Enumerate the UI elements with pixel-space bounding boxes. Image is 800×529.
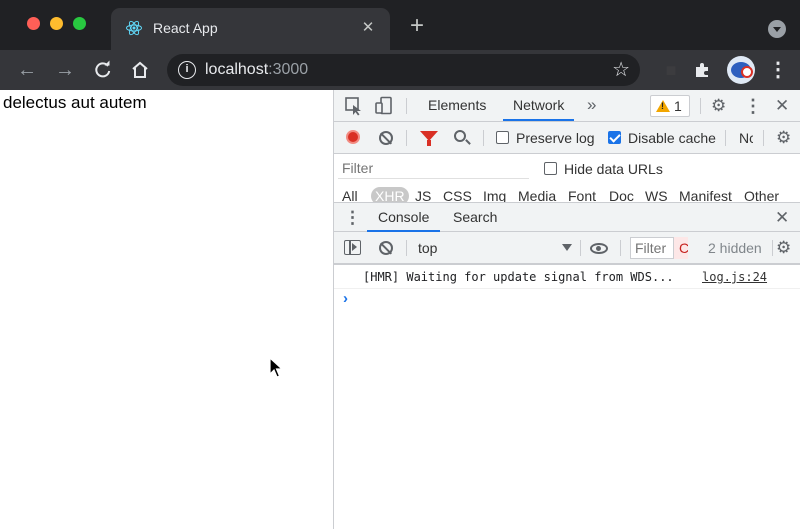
browser-tab[interactable]: React App ✕	[111, 8, 390, 50]
inspect-element-icon[interactable]	[344, 96, 364, 122]
issues-count: 1	[674, 98, 682, 114]
log-levels-select[interactable]: C	[674, 237, 688, 259]
console-filter-input[interactable]	[630, 237, 674, 259]
context-select[interactable]: top	[418, 238, 572, 258]
type-css[interactable]: CSS	[443, 187, 472, 202]
network-filter-bar: Hide data URLs	[334, 154, 800, 184]
toolbar-separator	[406, 240, 407, 256]
console-toolbar: top C 2 hidden ⚙	[334, 232, 800, 264]
device-toolbar-icon[interactable]	[374, 96, 394, 122]
drawer-menu-icon[interactable]: ⋮	[344, 208, 361, 228]
close-devtools-icon[interactable]: ✕	[775, 96, 789, 116]
clear-icon[interactable]	[379, 131, 393, 145]
network-settings-gear-icon[interactable]: ⚙	[776, 128, 791, 148]
page-text: delectus aut autem	[3, 93, 147, 112]
console-message-source-link[interactable]: log.js:24	[702, 265, 767, 289]
caret-down-icon	[562, 244, 572, 251]
address-bar[interactable]: i localhost:3000 ☆	[167, 54, 640, 86]
preserve-log-label: Preserve log	[516, 130, 595, 146]
bookmark-star-icon[interactable]: ☆	[612, 58, 630, 82]
devtools-main-toolbar: Elements Network » 1 ⚙ ⋮ ✕	[334, 90, 800, 122]
mouse-cursor-icon	[269, 357, 283, 378]
settings-gear-icon[interactable]: ⚙	[711, 96, 726, 116]
console-sidebar-icon[interactable]	[344, 240, 361, 255]
console-settings-gear-icon[interactable]: ⚙	[776, 238, 791, 258]
type-all[interactable]: All	[342, 187, 358, 202]
reload-icon[interactable]	[91, 58, 115, 82]
url-text[interactable]: localhost:3000	[205, 60, 308, 80]
disable-cache-label: Disable cache	[628, 130, 716, 146]
search-icon[interactable]	[454, 130, 466, 142]
close-window-button[interactable]	[27, 17, 40, 30]
minimize-window-button[interactable]	[50, 17, 63, 30]
resource-type-filters: All XHR JS CSS Img Media Font Doc WS Man…	[334, 184, 800, 202]
devtools-panel: Elements Network » 1 ⚙ ⋮ ✕ Preserve log …	[333, 90, 800, 529]
console-message-text: [HMR] Waiting for update signal from WDS…	[363, 270, 674, 284]
kebab-menu-icon[interactable]: ⋮	[766, 58, 790, 82]
back-icon[interactable]: ←	[15, 58, 39, 82]
warning-icon	[656, 100, 670, 112]
type-xhr[interactable]: XHR	[371, 187, 409, 202]
tab-elements[interactable]: Elements	[418, 90, 496, 121]
react-logo-icon	[126, 20, 142, 36]
toolbar-separator	[772, 240, 773, 256]
preserve-log-checkbox[interactable]	[496, 131, 509, 144]
throttling-select[interactable]: Nc	[739, 129, 753, 147]
toolbar-separator	[406, 98, 407, 114]
type-manifest[interactable]: Manifest	[679, 187, 732, 202]
filter-funnel-icon[interactable]	[420, 131, 438, 146]
toolbar-separator	[580, 240, 581, 256]
page-viewport: delectus aut autem	[0, 90, 333, 529]
info-icon[interactable]: i	[178, 61, 196, 79]
drawer-tabbar: ⋮ Console Search ✕	[334, 202, 800, 232]
zoom-window-button[interactable]	[73, 17, 86, 30]
extension-placeholder-icon[interactable]: ■	[659, 58, 683, 82]
toolbar-separator	[483, 130, 484, 146]
console-prompt-chevron-icon[interactable]: ›	[343, 291, 348, 307]
tab-console[interactable]: Console	[367, 203, 441, 232]
toolbar-separator	[700, 98, 701, 114]
url-port: :3000	[268, 61, 309, 78]
browser-toolbar: ← → i localhost:3000 ☆ ■ ⋮	[0, 50, 800, 90]
record-button[interactable]	[346, 130, 360, 144]
close-tab-icon[interactable]: ✕	[358, 18, 378, 38]
more-tabs-chevron-icon[interactable]: »	[587, 95, 596, 115]
forward-icon[interactable]: →	[53, 58, 77, 82]
tab-network[interactable]: Network	[503, 90, 575, 121]
type-other[interactable]: Other	[744, 187, 779, 202]
url-host: localhost	[205, 61, 269, 78]
tab-search[interactable]: Search	[442, 203, 508, 232]
close-drawer-icon[interactable]: ✕	[775, 208, 789, 228]
tab-title: React App	[153, 20, 218, 36]
network-filter-input[interactable]	[338, 157, 529, 179]
type-media[interactable]: Media	[518, 187, 556, 202]
tab-search-icon[interactable]	[768, 20, 786, 38]
window-titlebar: React App ✕ +	[0, 0, 800, 50]
type-ws[interactable]: WS	[645, 187, 668, 202]
issues-badge[interactable]: 1	[650, 95, 690, 117]
profile-avatar[interactable]	[727, 56, 755, 84]
toolbar-separator	[406, 130, 407, 146]
live-expression-eye-icon[interactable]	[590, 243, 608, 254]
puzzle-icon[interactable]	[691, 58, 715, 82]
toolbar-separator	[620, 240, 621, 256]
type-js[interactable]: JS	[415, 187, 431, 202]
hide-data-urls-checkbox[interactable]	[544, 162, 557, 175]
hidden-messages-count: 2 hidden	[708, 240, 762, 256]
devtools-menu-icon[interactable]: ⋮	[744, 96, 762, 116]
hide-data-urls-label: Hide data URLs	[564, 161, 663, 177]
new-tab-button[interactable]: +	[405, 14, 429, 39]
toolbar-separator	[725, 130, 726, 146]
network-toolbar: Preserve log Disable cache Nc ⚙	[334, 122, 800, 154]
clear-console-icon[interactable]	[379, 241, 393, 255]
context-value: top	[418, 240, 438, 256]
home-icon[interactable]	[128, 58, 152, 82]
console-message: [HMR] Waiting for update signal from WDS…	[334, 265, 800, 289]
disable-cache-checkbox[interactable]	[608, 131, 621, 144]
type-font[interactable]: Font	[568, 187, 596, 202]
console-output[interactable]: [HMR] Waiting for update signal from WDS…	[334, 264, 800, 529]
toolbar-separator	[763, 130, 764, 146]
type-img[interactable]: Img	[483, 187, 506, 202]
type-doc[interactable]: Doc	[609, 187, 634, 202]
